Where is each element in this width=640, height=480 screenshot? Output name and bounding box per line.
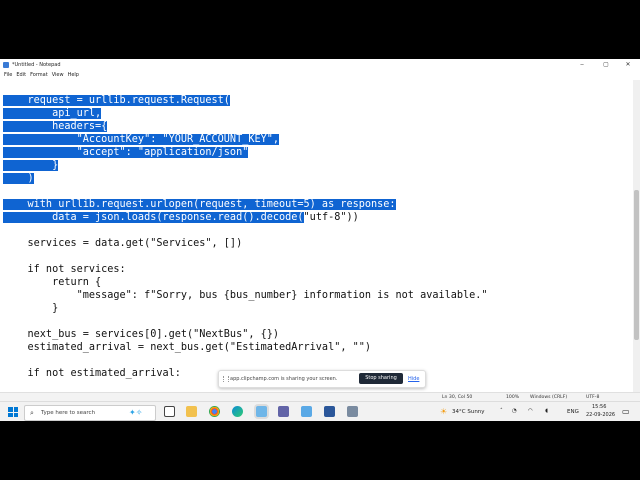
text-line[interactable]: }: [3, 302, 58, 315]
text-line[interactable]: api_url,: [3, 107, 102, 120]
line-text: ): [3, 173, 34, 184]
network-icon[interactable]: ◔: [512, 408, 517, 414]
line-text: if not estimated_arrival:: [3, 368, 181, 379]
text-line[interactable]: with urllib.request.urlopen(request, tim…: [3, 198, 396, 211]
encoding: UTF-8: [586, 395, 600, 400]
line-text: "message": f"Sorry, bus {bus_number} inf…: [3, 290, 488, 301]
text-line[interactable]: data = json.loads(response.read().decode…: [3, 211, 359, 224]
text-line[interactable]: services = data.get("Services", []): [3, 237, 243, 250]
title-bar: *Untitled - Notepad ‒ ▢ ✕: [0, 59, 640, 71]
text-line[interactable]: "AccountKey": "YOUR_ACCOUNT_KEY",: [3, 133, 280, 146]
text-line[interactable]: headers={: [3, 120, 108, 133]
text-editor[interactable]: request = urllib.request.Request( api_ur…: [0, 80, 633, 392]
line-text: estimated_arrival = next_bus.get("Estima…: [3, 342, 372, 353]
text-line[interactable]: next_bus = services[0].get("NextBus", {}…: [3, 328, 279, 341]
weather-text[interactable]: 34°C Sunny: [452, 409, 485, 415]
text-line[interactable]: request = urllib.request.Request(: [3, 94, 230, 107]
maximize-button[interactable]: ▢: [600, 60, 612, 70]
menu-help[interactable]: Help: [68, 72, 79, 78]
line-text: if not services:: [3, 264, 126, 275]
vertical-scrollbar[interactable]: [633, 80, 640, 392]
teams-icon[interactable]: [278, 406, 289, 417]
text-line[interactable]: "message": f"Sorry, bus {bus_number} inf…: [3, 289, 488, 302]
notepad-taskbar-icon[interactable]: [256, 406, 267, 417]
menu-file[interactable]: File: [4, 72, 12, 78]
menu-bar: File Edit Format View Help: [0, 71, 640, 80]
line-text: }: [3, 160, 59, 171]
text-line[interactable]: ): [3, 172, 34, 185]
line-text: next_bus = services[0].get("NextBus", {}…: [3, 329, 280, 340]
line-text: "AccountKey": "YOUR_ACCOUNT_KEY",: [3, 134, 280, 145]
photos-icon[interactable]: [301, 406, 312, 417]
text-line[interactable]: }: [3, 159, 59, 172]
line-text: data = json.loads(response.read().decode…: [3, 212, 304, 223]
line-text: }: [3, 303, 59, 314]
line-text: "accept": "application/json": [3, 147, 249, 158]
menu-view[interactable]: View: [52, 72, 64, 78]
hide-link[interactable]: Hide: [408, 376, 419, 382]
speaker-icon[interactable]: ◖: [545, 408, 548, 414]
menu-edit[interactable]: Edit: [16, 72, 26, 78]
line-ending: Windows (CRLF): [530, 395, 568, 400]
line-text: with urllib.request.urlopen(request, tim…: [3, 199, 396, 210]
line-text: api_url,: [3, 108, 102, 119]
line-text: services = data.get("Services", []): [3, 238, 243, 249]
notepad-icon: [3, 62, 9, 68]
word-icon[interactable]: [324, 406, 335, 417]
cursor-position: Ln 30, Col 50: [442, 395, 473, 400]
zoom-level: 100%: [506, 395, 520, 400]
line-text: headers={: [3, 121, 108, 132]
window-title: *Untitled - Notepad: [12, 62, 61, 68]
scrollbar-thumb[interactable]: [634, 190, 639, 340]
sparkle-icon: ✦✧: [129, 408, 143, 417]
app-icon[interactable]: [347, 406, 358, 417]
notification-icon[interactable]: ▭: [622, 407, 630, 416]
menu-format[interactable]: Format: [30, 72, 48, 78]
taskbar-search-box[interactable]: ⌕ Type here to search ✦✧: [24, 405, 156, 421]
close-button[interactable]: ✕: [622, 60, 634, 70]
clock-date[interactable]: 22-09-2026: [586, 412, 615, 418]
task-view-icon[interactable]: [164, 406, 175, 417]
screen-share-bar: app.clipchamp.com is sharing your screen…: [218, 370, 426, 388]
taskbar: ⌕ Type here to search ✦✧ ☀ 34°C Sunny ˄ …: [0, 401, 640, 421]
windows-start-icon[interactable]: [8, 407, 18, 417]
language-indicator[interactable]: ENG: [567, 409, 579, 415]
text-line[interactable]: "accept": "application/json": [3, 146, 249, 159]
edge-icon[interactable]: [232, 406, 243, 417]
drag-handle[interactable]: [223, 376, 229, 382]
search-placeholder: Type here to search: [41, 410, 96, 416]
text-line[interactable]: if not services:: [3, 263, 126, 276]
wifi-icon[interactable]: ◠: [528, 408, 533, 414]
line-text: return {: [3, 277, 102, 288]
text-line[interactable]: if not estimated_arrival:: [3, 367, 181, 380]
line-text-rest: "utf-8")): [303, 212, 359, 223]
file-explorer-icon[interactable]: [186, 406, 197, 417]
screen: *Untitled - Notepad ‒ ▢ ✕ File Edit Format…: [0, 59, 640, 421]
line-text: request = urllib.request.Request(: [3, 95, 230, 106]
chrome-icon[interactable]: [209, 406, 220, 417]
weather-icon: ☀: [440, 407, 448, 416]
stop-sharing-button[interactable]: Stop sharing: [359, 373, 403, 384]
chevron-up-icon[interactable]: ˄: [500, 408, 503, 414]
clock-time[interactable]: 15:56: [592, 404, 606, 410]
share-message: app.clipchamp.com is sharing your screen…: [230, 376, 338, 382]
search-icon: ⌕: [30, 409, 34, 417]
text-line[interactable]: return {: [3, 276, 101, 289]
text-line[interactable]: estimated_arrival = next_bus.get("Estima…: [3, 341, 371, 354]
minimize-button[interactable]: ‒: [576, 60, 588, 70]
